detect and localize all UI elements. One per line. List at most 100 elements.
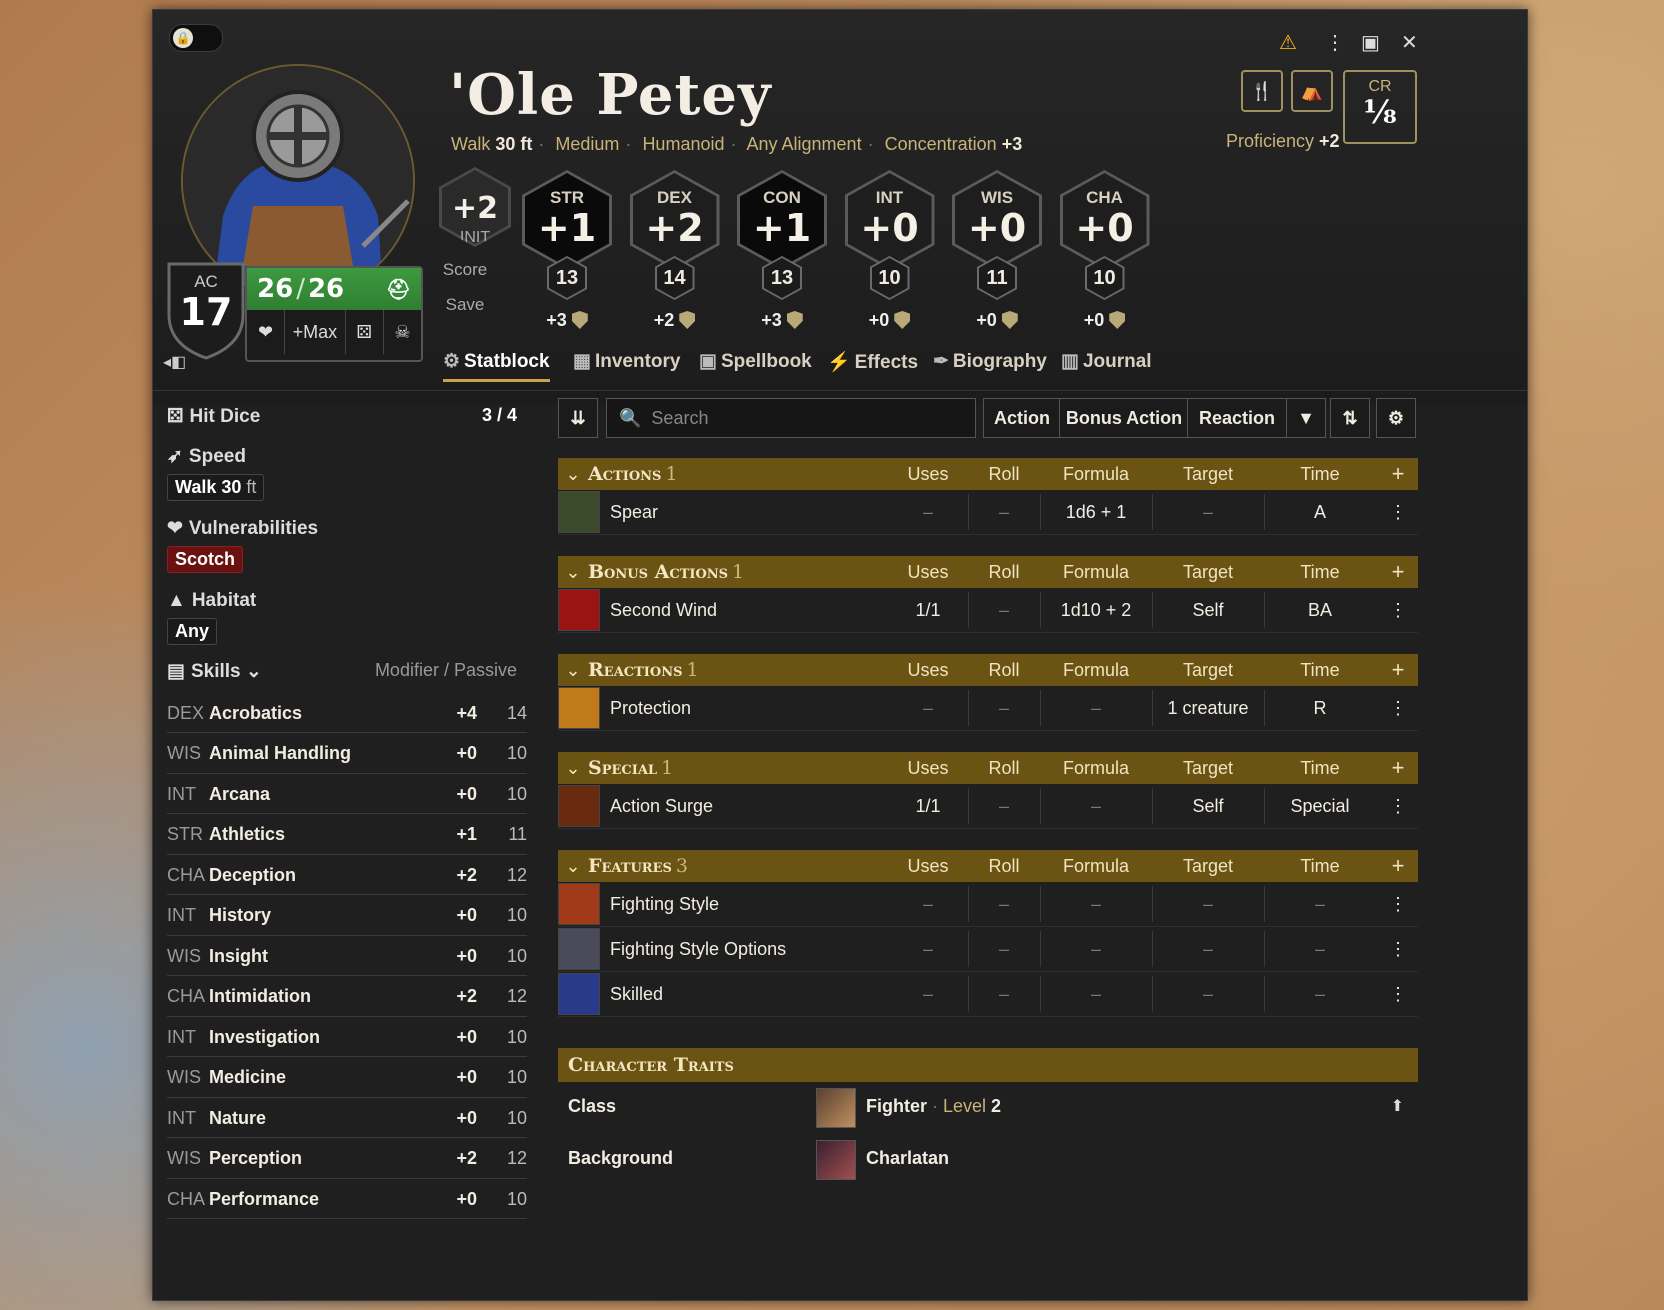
add-icon[interactable]: + [1380,559,1416,585]
item-roll[interactable]: – [968,600,1040,621]
item-formula[interactable]: – [1040,984,1152,1005]
ability-hex[interactable]: INT +0 [844,170,935,270]
section-header[interactable]: ⌄ Reactions 1 Uses Roll Formula Target Time + [558,654,1418,686]
skill-modifier[interactable]: +4 [437,703,477,724]
activity-row[interactable]: Second Wind 1/1–1d10 + 2 Self BA ⋮ [558,588,1418,633]
item-icon[interactable] [558,687,600,729]
item-formula[interactable]: – [1040,796,1152,817]
add-icon[interactable]: + [1380,657,1416,683]
skill-modifier[interactable]: +0 [437,1027,477,1048]
search-box[interactable]: 🔍 [606,398,976,438]
item-uses[interactable]: – [888,502,968,523]
ability-cha[interactable]: CHA +0 10 +0 [1057,170,1153,331]
skill-row[interactable]: CHA Deception +2 12 [167,856,527,895]
character-name[interactable]: 'Ole Petey [449,62,772,128]
ability-save[interactable]: +3 [734,310,830,331]
ability-score[interactable]: 10 [1084,256,1125,300]
save-proficiency-shield-icon[interactable] [894,311,911,329]
ability-save[interactable]: +3 [519,310,615,331]
add-icon[interactable]: + [1380,755,1416,781]
skill-modifier[interactable]: +0 [437,905,477,926]
tab-biography[interactable]: ✒ Biography [933,350,1047,373]
item-uses[interactable]: 1/1 [888,796,968,817]
ability-dex[interactable]: DEX +2 14 +2 [627,170,723,331]
skill-row[interactable]: WIS Perception +2 12 [167,1140,527,1179]
ability-hex[interactable]: CHA +0 [1059,170,1150,270]
section-header[interactable]: ⌄ Features 3 Uses Roll Formula Target Time + [558,850,1418,882]
tab-inventory[interactable]: ▦ Inventory [573,350,680,373]
ability-hex[interactable]: STR +1 [522,170,612,270]
item-formula[interactable]: – [1040,698,1152,719]
skill-modifier[interactable]: +0 [437,1189,477,1210]
hp-current[interactable]: 26 [257,274,293,304]
challenge-rating[interactable]: CR ⅛ [1343,70,1417,144]
filter-action-button[interactable]: Action [983,398,1061,438]
item-uses[interactable]: – [888,894,968,915]
level-up-icon[interactable]: ⬆ [1391,1096,1404,1116]
add-icon[interactable]: + [1380,853,1416,879]
section-header[interactable]: ⌄ Actions 1 Uses Roll Formula Target Time + [558,458,1418,490]
save-proficiency-shield-icon[interactable] [1001,311,1018,329]
filter-bonus-action-button[interactable]: Bonus Action [1059,398,1189,438]
skill-modifier[interactable]: +2 [437,865,477,886]
settings-gear-icon[interactable]: ⚙ [1376,398,1416,438]
skill-modifier[interactable]: +0 [437,946,477,967]
ability-int[interactable]: INT +0 10 +0 [842,170,938,331]
activity-row[interactable]: Spear – –1d6 + 1– A ⋮ [558,490,1418,535]
ability-hex[interactable]: CON +1 [737,170,827,270]
camp-icon[interactable]: ⛺ [1291,70,1333,112]
item-formula[interactable]: 1d10 + 2 [1040,600,1152,621]
section-header[interactable]: ⌄ Special 1 Uses Roll Formula Target Time + [558,752,1418,784]
skill-row[interactable]: STR Athletics +1 11 [167,816,527,855]
skills-header[interactable]: ▤ Skills ⌄ Modifier / Passive [167,660,527,683]
skill-row[interactable]: WIS Insight +0 10 [167,937,527,976]
search-input[interactable] [649,406,954,430]
skill-row[interactable]: INT Investigation +0 10 [167,1018,527,1057]
trait-class[interactable]: Class Fighter · Level 2 ⬆ [558,1082,1418,1134]
activity-row[interactable]: Protection – – –1 creature R ⋮ [558,686,1418,731]
skill-row[interactable]: WIS Animal Handling +0 10 [167,735,527,774]
item-uses[interactable]: 1/1 [888,600,968,621]
ability-save[interactable]: +0 [1057,310,1153,331]
item-name[interactable]: Fighting Style [610,894,719,915]
skill-row[interactable]: WIS Medicine +0 10 [167,1059,527,1098]
size[interactable]: Medium [555,134,619,154]
kebab-menu-icon[interactable]: ⋮ [1380,698,1416,719]
item-roll[interactable]: – [968,796,1040,817]
chevron-down-icon[interactable]: ⌄ [558,660,588,681]
tab-journal[interactable]: ▥ Journal [1061,350,1152,373]
skill-modifier[interactable]: +2 [437,1148,477,1169]
item-icon[interactable] [558,491,600,533]
activity-row[interactable]: Skilled – – – – – ⋮ [558,972,1418,1017]
ability-score[interactable]: 11 [977,256,1017,300]
edit-lock-toggle[interactable]: 🔒 [169,24,223,52]
ability-str[interactable]: STR +1 13 +3 [519,170,615,331]
tab-spellbook[interactable]: ▣ Spellbook [699,350,812,373]
habitat-pill[interactable]: Any [167,618,218,645]
item-icon[interactable] [558,973,600,1015]
skill-modifier[interactable]: +0 [437,743,477,764]
kebab-menu-icon[interactable]: ⋮ [1380,502,1416,523]
skill-modifier[interactable]: +0 [437,784,477,805]
save-proficiency-shield-icon[interactable] [679,311,696,329]
skill-row[interactable]: INT Nature +0 10 [167,1099,527,1138]
item-name[interactable]: Action Surge [610,796,713,817]
item-icon[interactable] [558,928,600,970]
hp-bar[interactable]: 26 / 26 ⛑ [247,268,421,310]
ability-con[interactable]: CON +1 13 +3 [734,170,830,331]
save-proficiency-shield-icon[interactable] [786,311,803,329]
item-uses[interactable]: – [888,984,968,1005]
chevron-down-icon[interactable]: ⌄ [558,856,588,877]
kebab-menu-icon[interactable]: ⋮ [1380,984,1416,1005]
item-name[interactable]: Spear [610,502,658,523]
skill-modifier[interactable]: +2 [437,986,477,1007]
skill-modifier[interactable]: +0 [437,1067,477,1088]
skill-row[interactable]: DEX Acrobatics +4 14 [167,694,527,733]
item-roll[interactable]: – [968,894,1040,915]
alignment[interactable]: Any Alignment [747,134,862,154]
hit-dice[interactable]: ⚄ Hit Dice 3 / 4 [167,405,527,428]
item-name[interactable]: Second Wind [610,600,717,621]
skill-modifier[interactable]: +0 [437,1108,477,1129]
item-roll[interactable]: – [968,939,1040,960]
skill-row[interactable]: INT History +0 10 [167,897,527,936]
